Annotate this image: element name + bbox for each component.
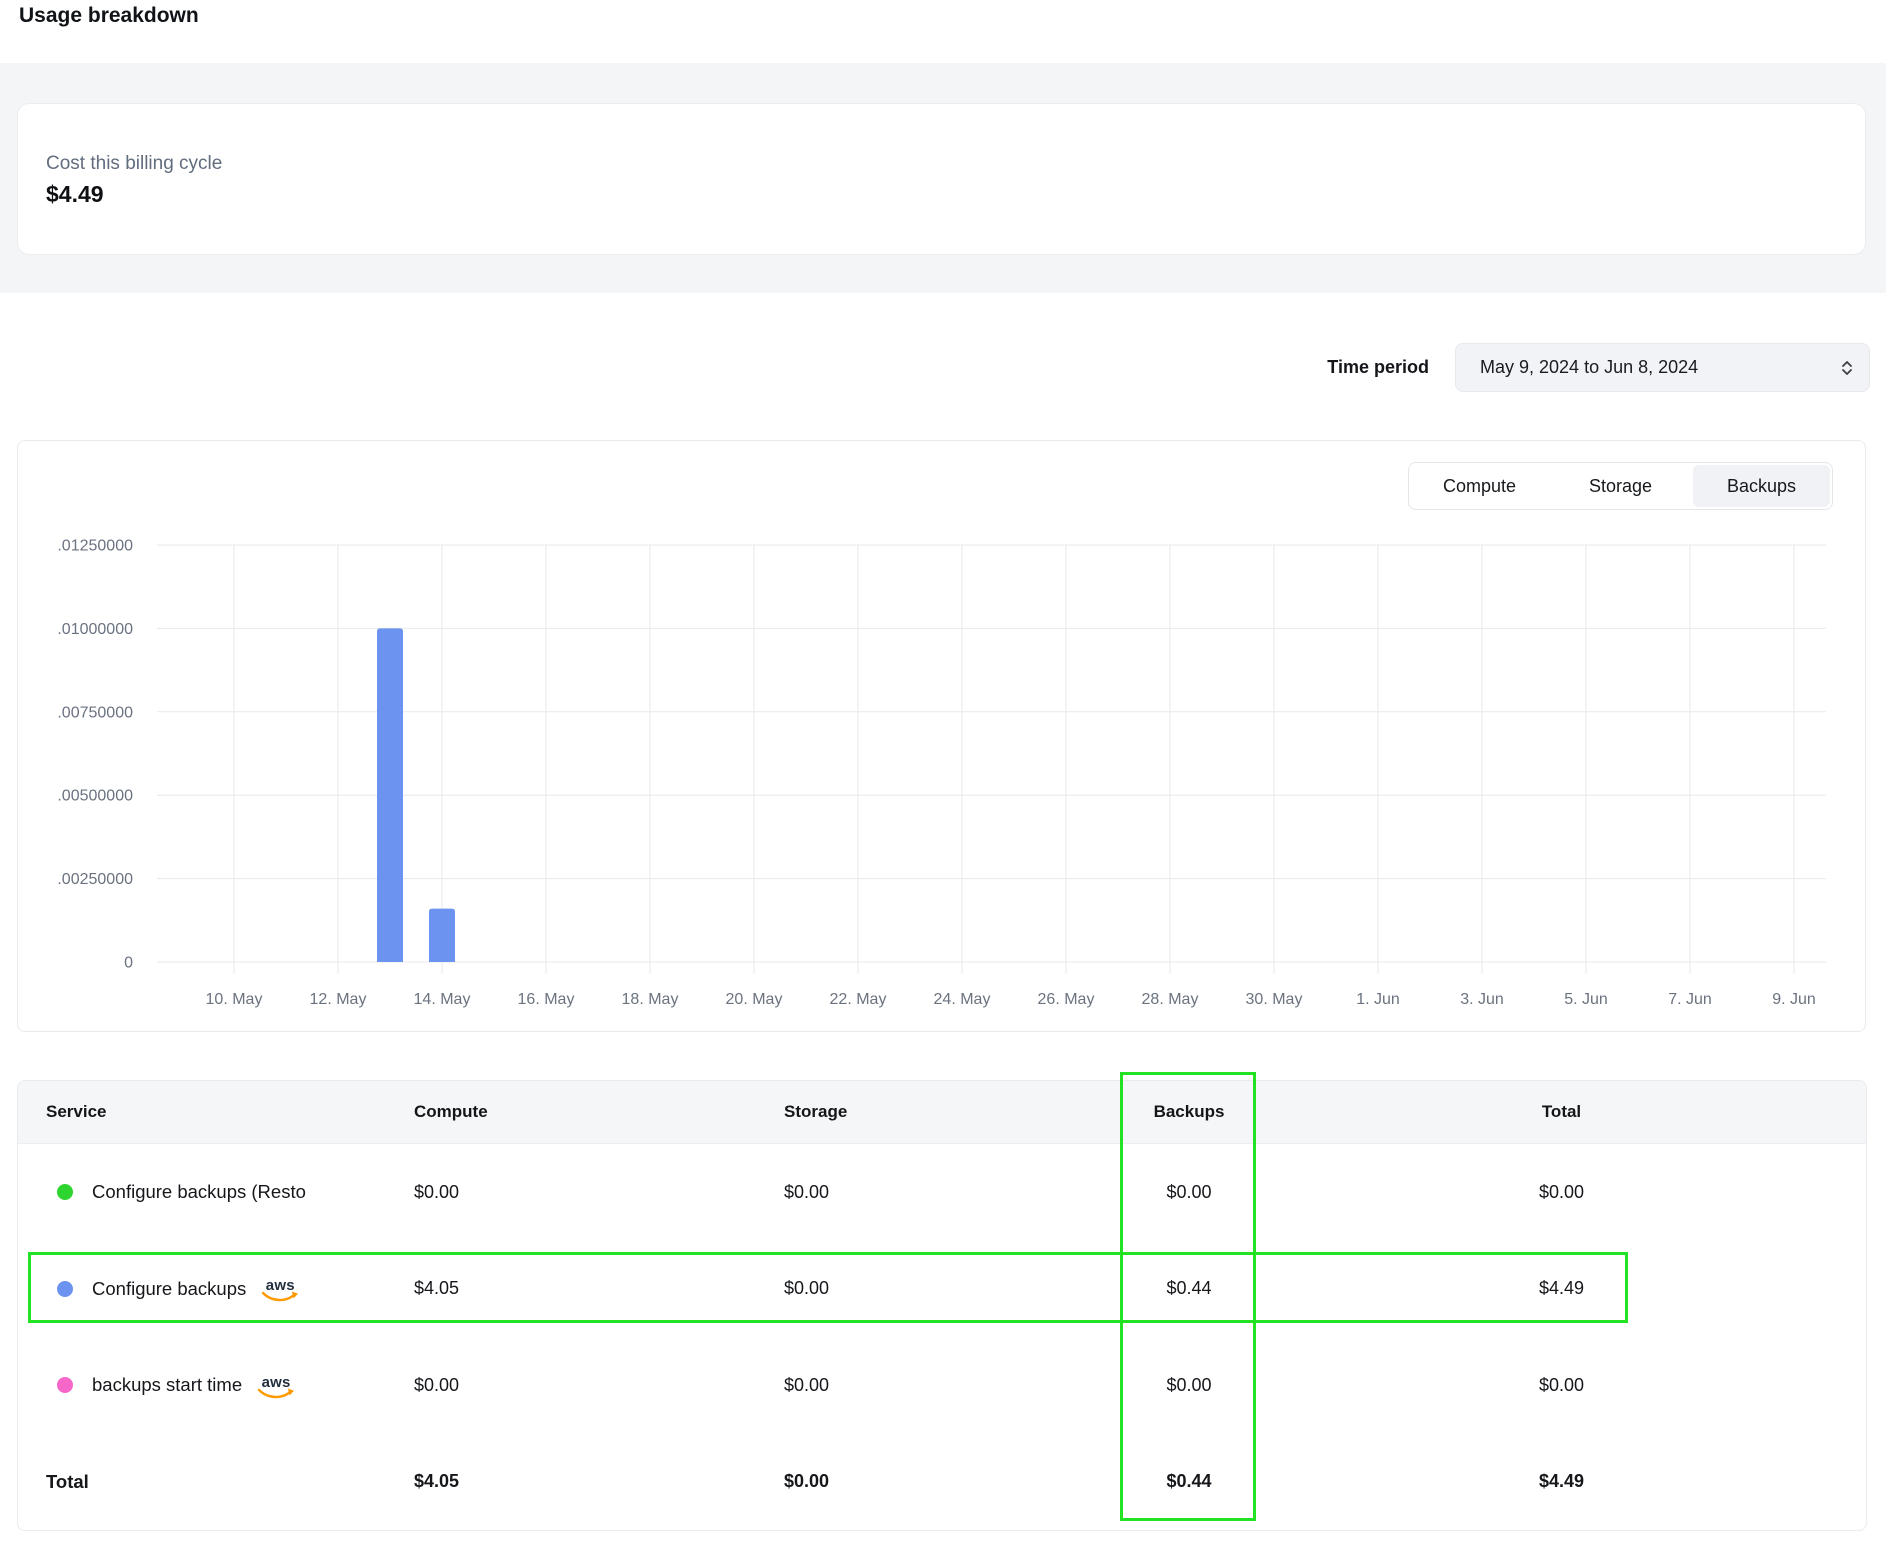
x-axis-tick-label: 30. May [1246,991,1303,1008]
aws-logo-icon: aws [257,1377,295,1400]
aws-logo-icon: aws [261,1280,299,1303]
total-cost: $4.49 [1257,1278,1866,1299]
x-axis-tick-label: 28. May [1142,991,1199,1008]
service-name: Configure backups (Resto [92,1181,306,1203]
time-period-value: May 9, 2024 to Jun 8, 2024 [1480,357,1698,378]
billing-cycle-label: Cost this billing cycle [46,152,1865,176]
tab-compute[interactable]: Compute [1411,465,1548,507]
storage-cost: $0.00 [784,1375,1121,1396]
x-axis-tick-label: 9. Jun [1772,991,1816,1008]
total-row-label: Total [46,1471,89,1493]
x-axis-tick-label: 1. Jun [1356,991,1400,1008]
table-row-configure-backups: Configure backups aws $4.05$0.00$0.44$4.49 [18,1241,1866,1338]
x-axis-tick-label: 7. Jun [1668,991,1712,1008]
total-storage-cost: $0.00 [784,1471,1121,1492]
y-axis-tick-label: .01000000 [57,621,133,638]
x-axis-tick-label: 5. Jun [1564,991,1608,1008]
x-axis-tick-label: 3. Jun [1460,991,1504,1008]
x-axis-tick-label: 12. May [310,991,367,1008]
compute-cost: $0.00 [414,1375,784,1396]
storage-cost: $0.00 [784,1182,1121,1203]
billing-summary-section: Cost this billing cycle $4.49 [0,63,1886,293]
total-backups-cost: $0.44 [1121,1471,1257,1492]
x-axis-tick-label: 18. May [622,991,679,1008]
backups-cost: $0.44 [1121,1278,1257,1299]
x-axis-tick-label: 26. May [1038,991,1095,1008]
service-name: backups start time [92,1374,242,1396]
tab-storage[interactable]: Storage [1552,465,1689,507]
x-axis-tick-label: 22. May [830,991,887,1008]
table-total-row: Total $4.05$0.00$0.44$4.49 [18,1434,1866,1531]
column-header-backups: Backups [1121,1102,1257,1122]
y-axis-tick-label: .00250000 [57,871,133,888]
table-row-backups-start-time: backups start timeaws$0.00$0.00$0.00$0.0… [18,1337,1866,1434]
time-period-select[interactable]: May 9, 2024 to Jun 8, 2024 [1455,343,1870,392]
backups-cost: $0.00 [1121,1182,1257,1203]
x-axis-tick-label: 20. May [726,991,783,1008]
bar-13-may [377,628,403,962]
y-axis-tick-label: .01250000 [57,538,133,555]
usage-chart-card: ComputeStorageBackups .01250000 .01000000… [17,440,1866,1032]
column-header-service: Service [18,1102,414,1122]
bar-14-may [429,909,455,962]
usage-table: ServiceComputeStorageBackupsTotal Config… [17,1080,1867,1531]
total-cost: $0.00 [1257,1182,1866,1203]
series-color-dot [57,1377,73,1393]
y-axis-tick-label: .00750000 [57,704,133,721]
y-axis-tick-label: .00500000 [57,788,133,805]
backups-cost: $0.00 [1121,1375,1257,1396]
x-axis-tick-label: 16. May [518,991,575,1008]
usage-bar-chart: .01250000 .01000000 .00750000 .00500000 .002… [18,441,1865,1031]
x-axis-tick-label: 10. May [206,991,263,1008]
storage-cost: $0.00 [784,1278,1121,1299]
page-title: Usage breakdown [19,4,199,28]
chevron-up-down-icon [1839,358,1855,378]
column-header-compute: Compute [414,1102,784,1122]
compute-cost: $0.00 [414,1182,784,1203]
time-period-row: Time period May 9, 2024 to Jun 8, 2024 [1327,343,1870,392]
compute-cost: $4.05 [414,1278,784,1299]
chart-series-tabs: ComputeStorageBackups [1408,462,1833,510]
column-header-storage: Storage [784,1102,1121,1122]
tab-backups[interactable]: Backups [1693,465,1830,507]
billing-cycle-card: Cost this billing cycle $4.49 [17,103,1866,255]
billing-cycle-value: $4.49 [46,178,1865,210]
total-total-cost: $4.49 [1257,1471,1866,1492]
table-row-configure-backups-resto: Configure backups (Resto$0.00$0.00$0.00$… [18,1144,1866,1241]
total-compute-cost: $4.05 [414,1471,784,1492]
x-axis-tick-label: 24. May [934,991,991,1008]
table-header-row: ServiceComputeStorageBackupsTotal [18,1081,1866,1144]
x-axis-tick-label: 14. May [414,991,471,1008]
service-name: Configure backups [92,1278,246,1300]
series-color-dot [57,1184,73,1200]
total-cost: $0.00 [1257,1375,1866,1396]
series-color-dot [57,1281,73,1297]
time-period-label: Time period [1327,357,1429,378]
y-axis-tick-label: 0 [124,955,133,972]
column-header-total: Total [1257,1102,1866,1122]
